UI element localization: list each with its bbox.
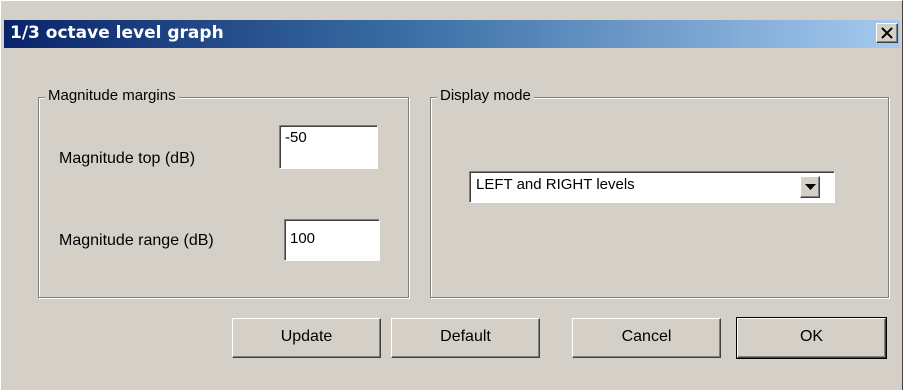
chevron-down-icon: [805, 184, 816, 190]
window-title: 1/3 octave level graph: [10, 23, 224, 43]
update-button[interactable]: Update: [232, 318, 381, 358]
magnitude-top-input[interactable]: -50: [279, 125, 378, 169]
magnitude-top-label: Magnitude top (dB): [59, 150, 196, 167]
default-button[interactable]: Default: [391, 318, 540, 358]
display-mode-dropdown-button[interactable]: [800, 176, 820, 198]
title-bar[interactable]: 1/3 octave level graph: [4, 20, 900, 48]
close-button[interactable]: [876, 23, 898, 43]
close-icon: [881, 27, 893, 39]
magnitude-range-label: Magnitude range (dB): [59, 232, 214, 249]
dialog-window: 1/3 octave level graph Magnitude margins…: [0, 0, 903, 390]
display-mode-value: LEFT and RIGHT levels: [476, 176, 635, 193]
cancel-button[interactable]: Cancel: [572, 318, 721, 358]
magnitude-range-input[interactable]: 100: [284, 219, 380, 261]
magnitude-margins-legend: Magnitude margins: [45, 87, 179, 104]
display-mode-select[interactable]: LEFT and RIGHT levels: [469, 171, 835, 203]
ok-button[interactable]: OK: [736, 317, 887, 359]
display-mode-legend: Display mode: [437, 87, 534, 104]
